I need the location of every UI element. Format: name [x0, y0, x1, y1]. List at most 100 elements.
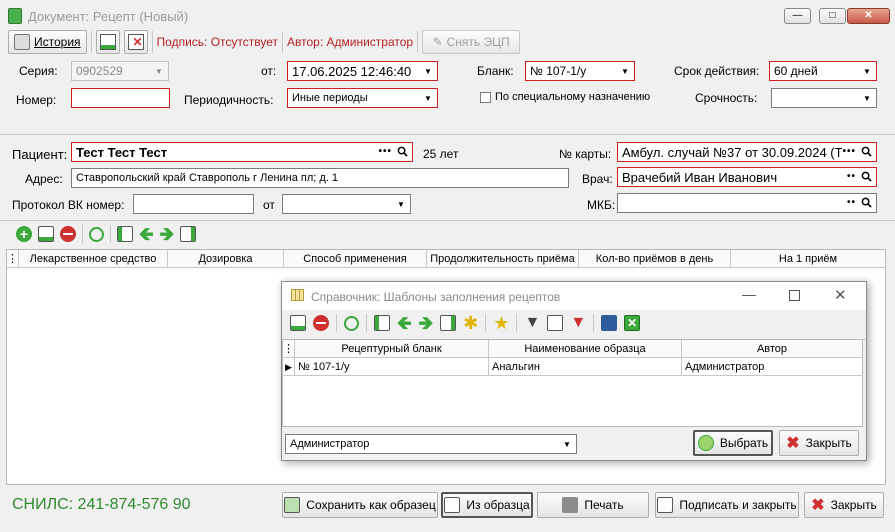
delete-icon[interactable] [60, 226, 76, 242]
maximize-button[interactable]: □ [819, 8, 846, 24]
arrow-right-icon[interactable]: 🡺 [160, 225, 175, 243]
filter-icon[interactable]: ▼ [524, 315, 540, 331]
favorite-icon[interactable]: ★ [493, 314, 509, 332]
save-template-button[interactable]: Сохранить как образец [282, 492, 438, 518]
table-cell[interactable]: Администратор [682, 358, 862, 375]
close-window-button[interactable]: ✕ [847, 8, 890, 24]
more-icon[interactable]: ••• [378, 146, 392, 157]
excel-icon[interactable]: ✕ [624, 315, 641, 331]
number-input[interactable] [71, 88, 170, 108]
filter-edit-icon[interactable] [547, 315, 564, 331]
column-header[interactable]: Продолжительность приёма [427, 250, 579, 267]
from-template-label: Из образца [466, 498, 530, 512]
select-label: Выбрать [719, 436, 769, 450]
dialog-maximize-button[interactable] [789, 290, 800, 301]
series-value: 0902529 [76, 64, 123, 78]
toolbar-separator [82, 225, 83, 243]
column-header[interactable]: Лекарственное средство [19, 250, 168, 267]
grid-toolbar: + 🡸 🡺 [16, 225, 197, 243]
search-icon[interactable] [397, 146, 408, 157]
sign-and-close-button[interactable]: Подписать и закрыть [655, 492, 799, 518]
dialog-close-button[interactable]: ✕ [834, 286, 847, 304]
delete-doc-button[interactable]: ✕ [123, 30, 148, 54]
move-left-doc-icon[interactable] [374, 315, 390, 331]
search-icon[interactable] [861, 146, 872, 157]
edit-icon[interactable] [38, 226, 54, 242]
close-button[interactable]: ✖ Закрыть [804, 492, 884, 518]
move-right-doc-icon[interactable] [180, 226, 197, 242]
arrow-left-icon[interactable]: 🡸 [397, 314, 412, 332]
more-icon[interactable]: •• [847, 171, 856, 182]
delete-icon[interactable] [313, 315, 329, 331]
address-field[interactable]: Ставропольский край Ставрополь г Ленина … [71, 168, 569, 188]
remove-signature-button[interactable]: ✎ Снять ЭЦП [422, 30, 521, 54]
form-combo[interactable]: № 107-1/у ▼ [525, 61, 635, 81]
column-header[interactable]: Способ применения [284, 250, 427, 267]
edit-icon[interactable] [290, 315, 306, 331]
doctor-field[interactable]: Врачебий Иван Иванович •• [617, 167, 877, 187]
column-header[interactable]: Кол-во приёмов в день [579, 250, 731, 267]
column-header[interactable]: Дозировка [168, 250, 284, 267]
validity-combo[interactable]: 60 дней ▼ [769, 61, 877, 81]
periodicity-value: Иные периоды [292, 92, 368, 104]
dialog-close-action-button[interactable]: ✖ Закрыть [779, 430, 859, 456]
dialog-minimize-button[interactable]: — [742, 286, 756, 302]
divider [0, 134, 895, 135]
date-from-input[interactable]: 17.06.2025 12:46:40 ▼ [287, 61, 438, 81]
history-button[interactable]: История [8, 30, 87, 54]
save-template-icon [284, 497, 301, 513]
table-cell[interactable]: Анальгин [489, 358, 682, 375]
table-row[interactable]: ▶ № 107-1/у Анальгин Администратор [283, 358, 862, 376]
add-star-icon[interactable]: ✱ [463, 314, 478, 332]
dialog-close-label: Закрыть [805, 436, 852, 450]
search-icon[interactable] [861, 171, 872, 182]
vk-date-combo[interactable]: ▼ [282, 194, 411, 214]
author-filter-combo[interactable]: Администратор ▼ [285, 434, 577, 454]
table-cell[interactable]: № 107-1/у [295, 358, 489, 375]
save-template-label: Сохранить как образец [306, 498, 436, 512]
column-header[interactable]: Наименование образца [489, 340, 682, 357]
series-combo[interactable]: 0902529 ▼ [71, 61, 169, 81]
mkb-field[interactable]: •• [617, 193, 877, 213]
toolbar-separator [110, 225, 111, 243]
card-label: № карты: [559, 147, 612, 161]
vk-protocol-input[interactable] [133, 194, 254, 214]
card-field[interactable]: Амбул. случай №37 от 30.09.2024 (Те ••• [617, 142, 877, 162]
date-from-value: 17.06.2025 12:46:40 [292, 63, 412, 79]
move-left-doc-icon[interactable] [117, 226, 133, 242]
mkb-label: МКБ: [587, 198, 616, 212]
validity-value: 60 дней [774, 64, 818, 78]
select-button[interactable]: Выбрать [693, 430, 773, 456]
from-template-button[interactable]: Из образца [441, 492, 533, 518]
special-purpose-checkbox[interactable] [480, 92, 491, 103]
column-header[interactable]: На 1 приём [731, 250, 885, 267]
printer-icon [562, 497, 579, 513]
more-icon[interactable]: •• [847, 197, 856, 208]
column-header[interactable]: Автор [682, 340, 862, 357]
chevron-down-icon: ▼ [424, 66, 432, 76]
toolbar: История ✕ Подпись: Отсутствует Автор: Ад… [8, 30, 521, 54]
arrow-left-icon[interactable]: 🡸 [139, 225, 154, 243]
column-header[interactable]: Рецептурный бланк [295, 340, 489, 357]
urgency-combo[interactable]: ▼ [771, 88, 877, 108]
dialog-title-bar: Справочник: Шаблоны заполнения рецептов … [282, 282, 866, 310]
patient-field[interactable]: Тест Тест Тест ••• [71, 142, 413, 162]
move-right-doc-icon[interactable] [440, 315, 457, 331]
periodicity-combo[interactable]: Иные периоды ▼ [287, 88, 438, 108]
search-icon[interactable] [861, 197, 872, 208]
arrow-right-icon[interactable]: 🡺 [419, 314, 434, 332]
toolbar-separator [485, 314, 487, 332]
templates-grid[interactable]: ⋮ Рецептурный бланк Наименование образца… [282, 339, 863, 427]
chevron-down-icon: ▼ [155, 66, 163, 76]
print-button[interactable]: Печать [537, 492, 649, 518]
add-icon[interactable]: + [16, 226, 32, 242]
minimize-button[interactable]: — [784, 8, 811, 24]
more-icon[interactable]: ••• [842, 146, 856, 157]
edit-doc-button[interactable] [95, 30, 120, 54]
refresh-icon[interactable] [89, 226, 104, 242]
close-icon: ✖ [786, 435, 800, 452]
filter-clear-icon[interactable]: ▼ [570, 315, 586, 331]
print-icon[interactable] [601, 315, 618, 331]
refresh-icon[interactable] [344, 315, 359, 331]
toolbar-separator [90, 31, 92, 53]
